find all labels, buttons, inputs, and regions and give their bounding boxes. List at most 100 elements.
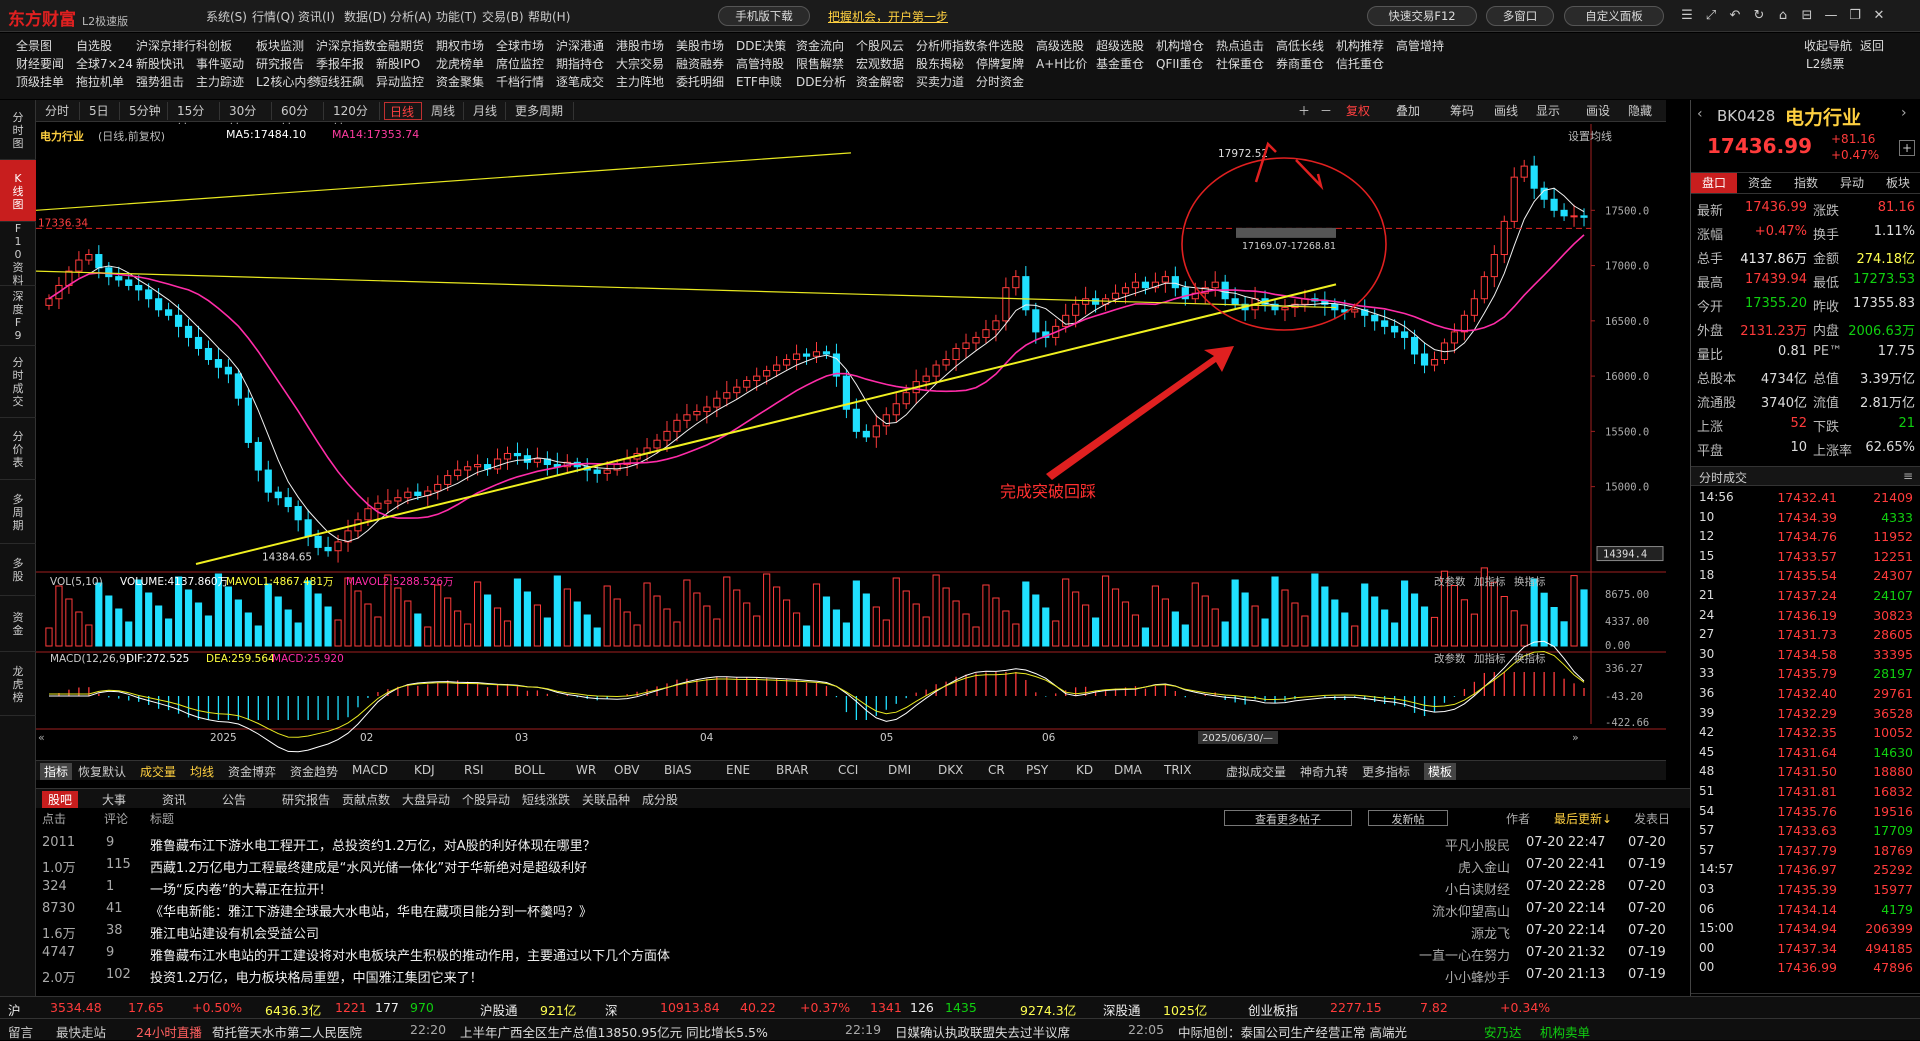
left-tab[interactable]: 分时图 [0, 100, 36, 160]
left-tab[interactable]: 多周期 [0, 480, 36, 544]
news-tab[interactable]: 公告 [222, 791, 246, 808]
menu-item[interactable]: 主力踪迹 [196, 73, 244, 90]
menu-item[interactable]: A+H比价 [1036, 55, 1087, 72]
menu-item[interactable]: 金融期货 [376, 37, 424, 54]
indicator-tab[interactable]: 资金博弈 [228, 763, 276, 780]
menu-item[interactable]: 沪深京排行 [136, 37, 196, 54]
menu-item[interactable]: 宏观数据 [856, 55, 904, 72]
top-menu-item[interactable]: 数据(D) [344, 8, 387, 25]
menu-item[interactable]: 委托明细 [676, 73, 724, 90]
vol-header-action[interactable]: 改参数 [1434, 575, 1466, 588]
indicator-tab[interactable]: BOLL [514, 763, 545, 777]
period-tab[interactable]: 日线 [384, 102, 422, 120]
menu-item[interactable]: 期指持仓 [556, 55, 604, 72]
indicator-tab[interactable]: KDJ [414, 763, 435, 777]
top-menu-item[interactable]: 资讯(I) [298, 8, 335, 25]
menu-item[interactable]: 资金流向 [796, 37, 844, 54]
indicator-tab[interactable]: 更多指标 [1362, 763, 1410, 780]
menu-item[interactable]: 个股风云 [856, 37, 904, 54]
close-icon[interactable]: ✕ [1870, 7, 1888, 25]
more-posts-button[interactable]: 查看更多帖子 [1224, 810, 1352, 826]
menu-item[interactable]: 港股市场 [616, 37, 664, 54]
top-menu-item[interactable]: 行情(Q) [252, 8, 295, 25]
set-ma-button[interactable]: 设置均线 [1568, 128, 1612, 144]
menu-item[interactable]: 基金重仓 [1096, 55, 1144, 72]
news-row[interactable]: 324 1 一场“反内卷”的大幕正在拉开! 小白读财经 07-20 22:28 07-20 [36, 876, 1690, 898]
indicator-tab[interactable]: CCI [838, 763, 858, 777]
toolbar-right-item[interactable]: 显示 [1536, 102, 1560, 120]
toolbar-right-item[interactable]: 复权 [1346, 102, 1370, 120]
menu-item[interactable]: 强势狙击 [136, 73, 184, 90]
minus-icon[interactable]: － [1320, 102, 1332, 120]
quote-tab[interactable]: 指数 [1783, 173, 1829, 193]
menu-item[interactable]: 信托重仓 [1336, 55, 1384, 72]
quote-tab[interactable]: 资金 [1737, 173, 1783, 193]
menu-item[interactable]: QFII重仓 [1156, 55, 1203, 72]
new-post-button[interactable]: 发新帖 [1368, 810, 1448, 826]
kline-chart-area[interactable]: 17500.0 17000.0 16500.0 16000.0 15500.0 15000… [36, 124, 1666, 764]
period-tab[interactable]: 120分钟 [328, 102, 380, 136]
indicator-tab[interactable]: 虚拟成交量 [1226, 763, 1286, 780]
indicator-tab[interactable]: DMI [888, 763, 911, 777]
indicator-tab[interactable]: CR [988, 763, 1005, 777]
menu-item[interactable]: 机构推荐 [1336, 37, 1384, 54]
macd-header-action[interactable]: 改参数 [1434, 652, 1466, 665]
menu-item[interactable]: 机构增仓 [1156, 37, 1204, 54]
indicator-tab[interactable]: 恢复默认 [78, 763, 126, 780]
menu-item[interactable]: 季报年报 [316, 55, 364, 72]
menu-item[interactable]: 美股市场 [676, 37, 724, 54]
indicator-tab[interactable]: 模板 [1424, 763, 1457, 780]
menu-item[interactable]: 限售解禁 [796, 55, 844, 72]
news-tab[interactable]: 大盘异动 [402, 791, 450, 808]
news-row[interactable]: 2.0万 102 投资1.2万亿，电力板块格局重塑，中国雅江集团它来了！ 小小蜂炒手 0… [36, 964, 1690, 986]
fast-trade-button[interactable]: 快速交易F12 [1367, 6, 1477, 26]
multi-window-button[interactable]: 多窗口 [1486, 6, 1554, 26]
vol-header-action[interactable]: 加指标 [1474, 575, 1506, 588]
menu-item[interactable]: L2核心内参 [256, 73, 318, 90]
menu-item[interactable]: 大宗交易 [616, 55, 664, 72]
period-tab[interactable]: 更多周期 [510, 102, 574, 120]
news-row[interactable]: 1.0万 115 西藏1.2万亿电力工程最终建成是“水风光储一体化”对于华新绝对是超… [36, 854, 1690, 876]
news-tab[interactable]: 短线涨跌 [522, 791, 570, 808]
menu-item[interactable]: L2绩票 [1806, 55, 1844, 72]
quote-tab[interactable]: 盘口 [1691, 173, 1737, 193]
scroll-left-icon[interactable]: « [38, 731, 45, 744]
next-arrow-icon[interactable]: › [1901, 105, 1907, 121]
news-row[interactable]: 8730 41 《华电新能：雅江下游建全球最大水电站，华电在藏项目能分到一杯羹吗？》… [36, 898, 1690, 920]
menu-item[interactable]: 顶级挂单 [16, 73, 64, 90]
menu-item[interactable]: 科创板 [196, 37, 232, 54]
indicator-tab[interactable]: ENE [726, 763, 750, 777]
indicator-tab[interactable]: 指标 [40, 763, 73, 780]
top-menu-item[interactable]: 功能(T) [436, 8, 477, 25]
left-tab[interactable]: 分价表 [0, 418, 36, 480]
menu-item[interactable]: 返回 [1860, 37, 1884, 54]
news-row[interactable]: 1.6万 38 雅江电站建设有机会受益公司 源龙飞 07-20 22:14 07-20 [36, 920, 1690, 942]
quote-tab[interactable]: 板块 [1875, 173, 1920, 193]
menu-item[interactable]: 事件驱动 [196, 55, 244, 72]
menu-item[interactable]: 期权市场 [436, 37, 484, 54]
home-icon[interactable]: ⌂ [1774, 7, 1792, 25]
top-menu-item[interactable]: 分析(A) [390, 8, 432, 25]
news-row[interactable]: 2011 9 雅鲁藏布江下游水电工程开工，总投资约1.2万亿，对A股的利好体现在哪里… [36, 832, 1690, 854]
toolbar-right-item[interactable]: 画设 [1586, 102, 1610, 120]
menu-item[interactable]: 全球7×24 [76, 55, 133, 72]
top-menu-item[interactable]: 交易(B) [482, 8, 524, 25]
menu-item[interactable]: 资金解密 [856, 73, 904, 90]
refresh-icon[interactable]: ↻ [1750, 7, 1768, 25]
toolbar-right-item[interactable]: 画线 [1494, 102, 1518, 120]
news-tab[interactable]: 关联品种 [582, 791, 630, 808]
menu-icon[interactable]: ☰ [1678, 7, 1696, 25]
news-tab[interactable]: 成分股 [642, 791, 678, 808]
toolbar-right-item[interactable]: 筹码 [1450, 102, 1474, 120]
news-tab[interactable]: 个股异动 [462, 791, 510, 808]
back-icon[interactable]: ↶ [1726, 7, 1744, 25]
indicator-tab[interactable]: PSY [1026, 763, 1048, 777]
menu-item[interactable]: 自选股 [76, 37, 112, 54]
left-tab[interactable]: 深度F9 [0, 286, 36, 346]
indicator-tab[interactable]: RSI [464, 763, 484, 777]
period-tab[interactable]: 15分钟 [172, 102, 220, 136]
menu-item[interactable]: DDE分析 [796, 73, 846, 90]
tile-icon[interactable]: ⊟ [1798, 7, 1816, 25]
menu-item[interactable]: 分时资金 [976, 73, 1024, 90]
fullscreen-icon[interactable]: ⤢ [1702, 7, 1720, 25]
